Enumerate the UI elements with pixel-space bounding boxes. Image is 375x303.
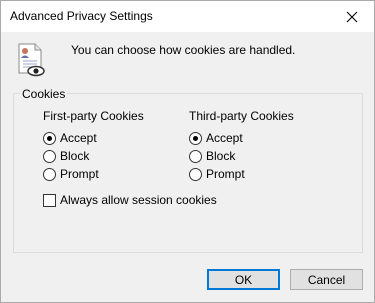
intro-text: You can choose how cookies are handled. — [71, 43, 296, 57]
radio-label: Prompt — [206, 167, 245, 181]
radio-indicator — [189, 149, 202, 163]
cookies-groupbox-label: Cookies — [20, 87, 68, 101]
ok-button[interactable]: OK — [207, 269, 280, 290]
title-bar: Advanced Privacy Settings — [1, 1, 374, 32]
advanced-privacy-dialog: Advanced Privacy Settings You can choose… — [0, 0, 375, 303]
radio-indicator — [43, 149, 56, 163]
window-title: Advanced Privacy Settings — [10, 9, 153, 23]
radio-label: Block — [60, 149, 90, 163]
cancel-button[interactable]: Cancel — [290, 269, 363, 290]
first-party-block-radio[interactable]: Block — [43, 149, 89, 163]
first-party-accept-radio[interactable]: Accept — [43, 131, 97, 145]
checkbox-label: Always allow session cookies — [60, 193, 217, 207]
radio-label: Block — [206, 149, 236, 163]
radio-label: Prompt — [60, 167, 99, 181]
radio-indicator — [189, 167, 202, 181]
first-party-prompt-radio[interactable]: Prompt — [43, 167, 99, 181]
radio-indicator — [43, 131, 56, 145]
close-button[interactable] — [329, 1, 374, 32]
privacy-report-icon — [18, 43, 45, 77]
session-cookies-checkbox[interactable]: Always allow session cookies — [43, 193, 217, 207]
close-icon — [346, 11, 357, 22]
radio-indicator — [43, 167, 56, 181]
checkbox-indicator — [43, 193, 56, 207]
first-party-heading: First-party Cookies — [43, 109, 144, 123]
third-party-accept-radio[interactable]: Accept — [189, 131, 243, 145]
third-party-block-radio[interactable]: Block — [189, 149, 235, 163]
radio-indicator — [189, 131, 202, 145]
third-party-heading: Third-party Cookies — [189, 109, 294, 123]
radio-label: Accept — [60, 131, 97, 145]
third-party-prompt-radio[interactable]: Prompt — [189, 167, 245, 181]
radio-label: Accept — [206, 131, 243, 145]
